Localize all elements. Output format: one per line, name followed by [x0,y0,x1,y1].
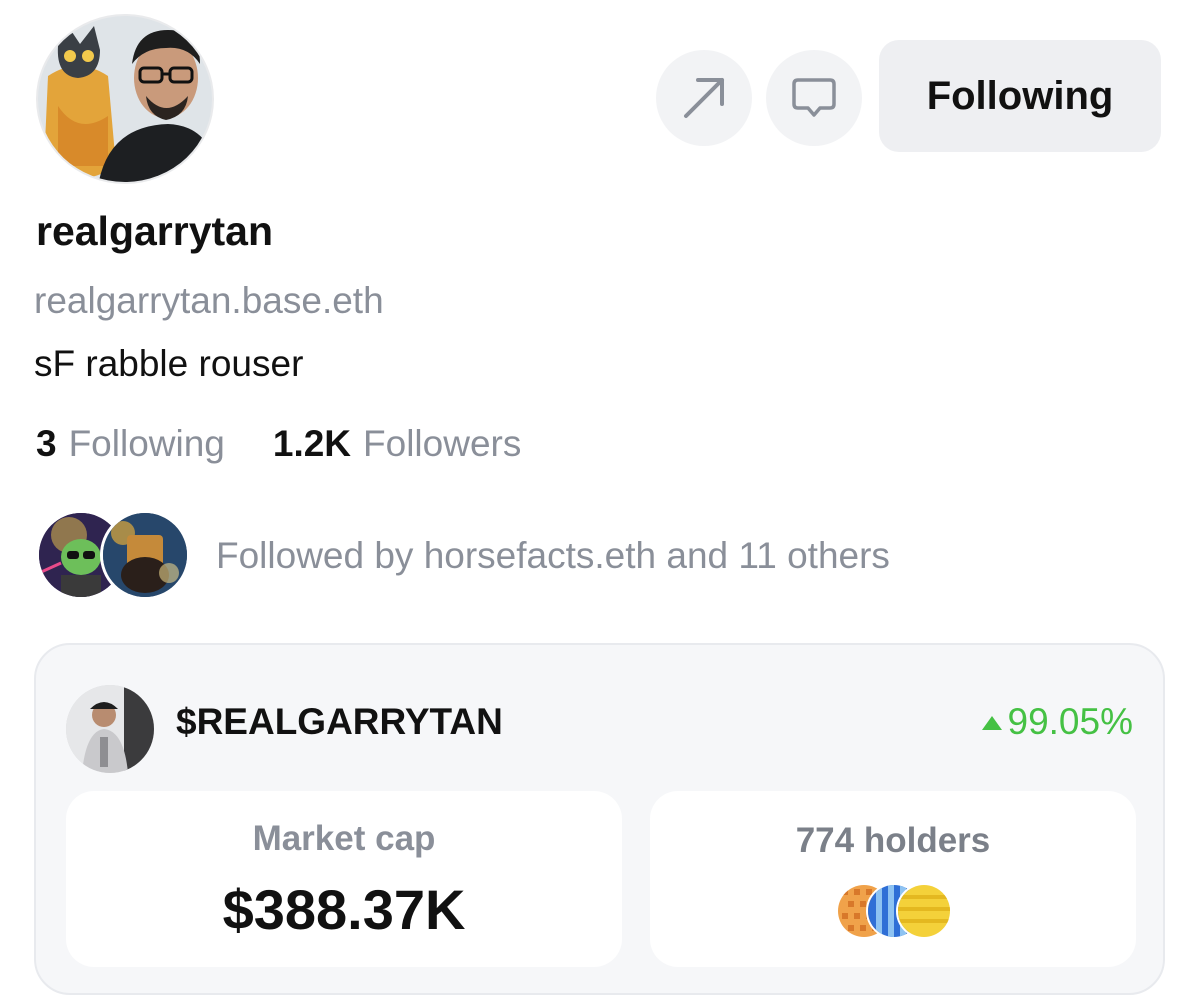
handle: realgarrytan.base.eth [34,280,384,321]
following-label: Following [68,423,225,464]
following-count: 3 [36,423,57,464]
followers-count: 1.2K [272,423,352,464]
holders-label: 774 holders [795,821,991,860]
following-stat[interactable]: 3 Following [36,423,225,465]
bio: sF rabble rouser [34,343,304,384]
holder-avatar [896,883,952,939]
holder-avatars [836,883,966,941]
followers-label: Followers [363,423,522,464]
token-change-value: 99.05% [1007,701,1134,742]
following-button[interactable]: Following [879,40,1161,152]
token-name: $REALGARRYTAN [176,701,503,742]
profile-avatar[interactable] [36,14,214,184]
display-name: realgarrytan [36,208,274,254]
follow-stats: 3 Following 1.2K Followers [36,423,521,465]
token-card[interactable]: $REALGARRYTAN 99.05% Market cap $388.37K… [34,643,1165,995]
chat-bubble-icon [792,78,836,117]
mutual-avatar [100,510,190,600]
market-cap-value: $388.37K [222,878,466,941]
message-button[interactable] [766,50,862,146]
arrow-up-right-icon [684,78,724,118]
market-cap-label: Market cap [252,819,436,858]
mutual-avatars[interactable] [36,510,196,602]
mutual-followers-text[interactable]: Followed by horsefacts.eth and 11 others [216,535,890,577]
holders-box[interactable]: 774 holders [650,791,1136,967]
token-change: 99.05% [981,701,1134,743]
token-avatar [66,685,154,773]
followers-stat[interactable]: 1.2K Followers [273,423,521,465]
share-button[interactable] [656,50,752,146]
market-cap-box: Market cap $388.37K [66,791,622,967]
triangle-up-icon [981,716,1002,730]
profile-photo [38,16,212,182]
